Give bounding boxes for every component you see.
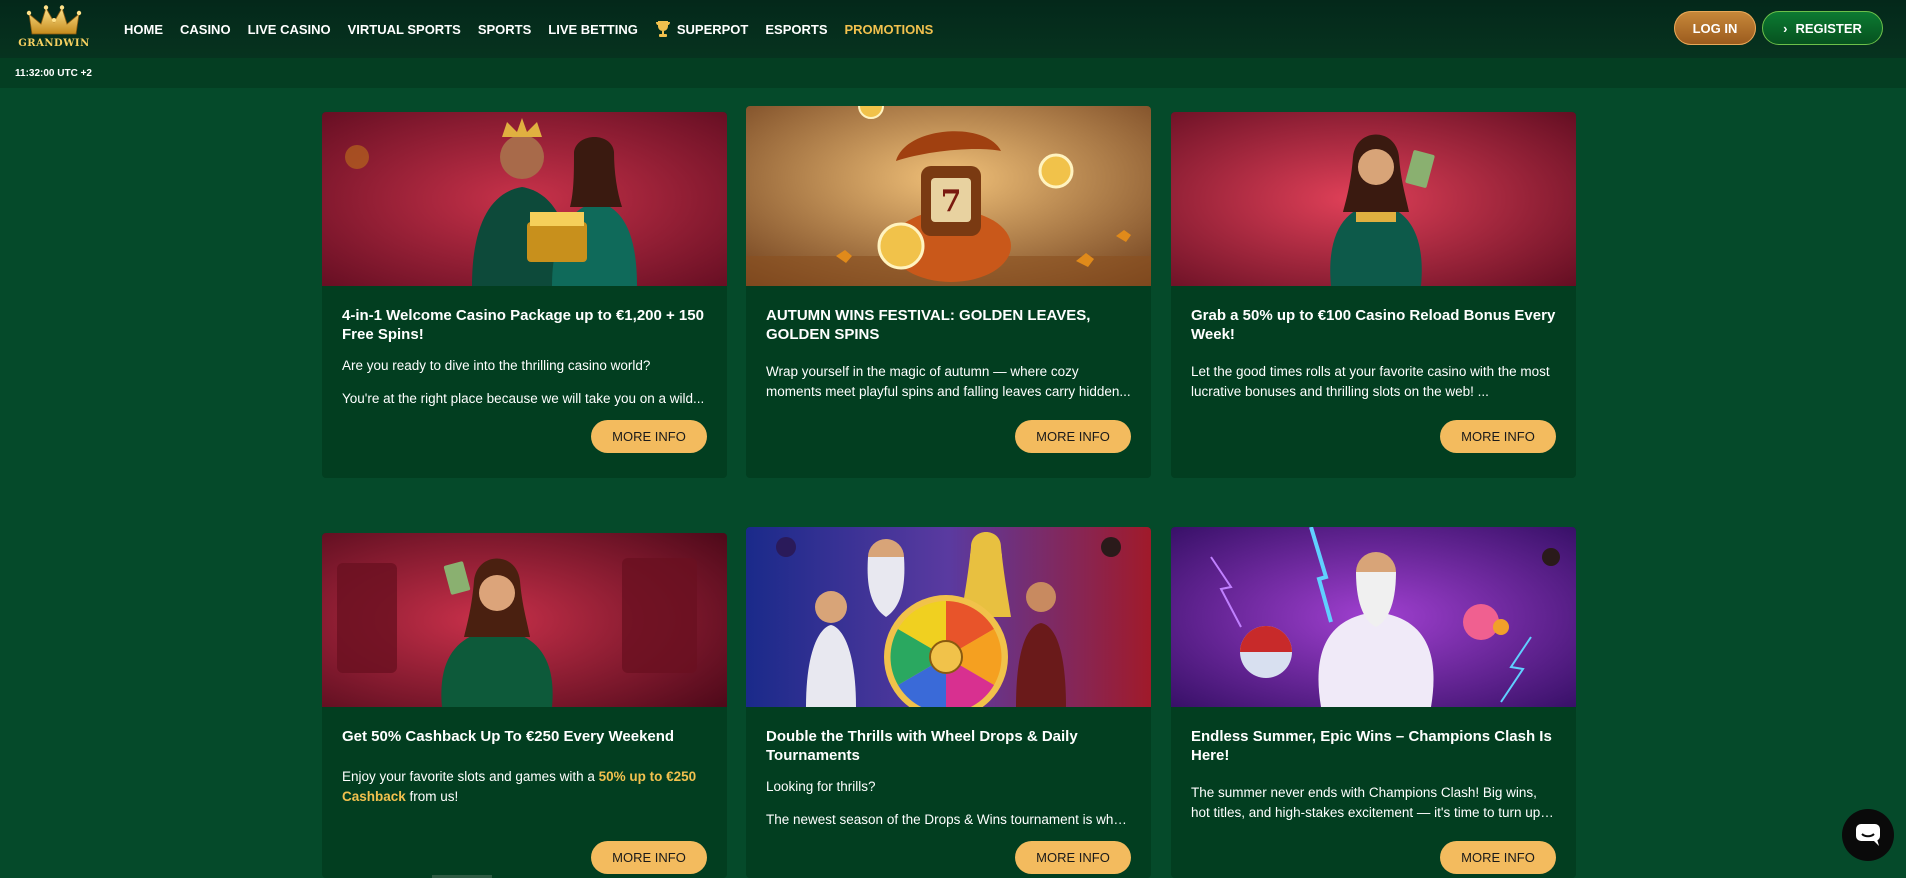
nav-promotions[interactable]: PROMOTIONS (844, 22, 933, 37)
promo-image-zeus[interactable] (1171, 527, 1576, 707)
crown-icon (26, 5, 82, 35)
promo-card-reload: Grab a 50% up to €100 Casino Reload Bonu… (1171, 112, 1576, 478)
grandwin-logo[interactable]: GRANDWIN (18, 4, 90, 52)
promo-image-royal-couple[interactable] (322, 112, 727, 286)
promo-card-wheel-drops: Double the Thrills with Wheel Drops & Da… (746, 527, 1151, 878)
svg-text:7: 7 (941, 184, 962, 219)
promo-title: Double the Thrills with Wheel Drops & Da… (766, 728, 1078, 764)
nav-superpot-label: SUPERPOT (676, 21, 749, 37)
promo-image-pumpkin-slot[interactable]: 7 (746, 106, 1151, 286)
promo-card-champions-clash: Endless Summer, Epic Wins – Champions Cl… (1171, 527, 1576, 878)
promo-image-lady-cash[interactable] (322, 533, 727, 707)
more-info-button[interactable]: MORE INFO (591, 420, 707, 453)
main-nav: HOME CASINO LIVE CASINO VIRTUAL SPORTS S… (124, 0, 950, 58)
promo-text-part: from us! (405, 789, 459, 804)
promo-image-queen-cash[interactable] (1171, 112, 1576, 286)
promo-title: Grab a 50% up to €100 Casino Reload Bonu… (1191, 307, 1556, 343)
register-label: REGISTER (1795, 20, 1862, 36)
promo-text: Let the good times rolls at your favorit… (1191, 364, 1550, 399)
promo-title: Get 50% Cashback Up To €250 Every Weeken… (342, 728, 675, 745)
promo-card-cashback: Get 50% Cashback Up To €250 Every Weeken… (322, 533, 727, 878)
promo-text: You're at the right place because we wil… (342, 391, 705, 406)
promo-card-autumn: 7 AUTUMN WINS FESTIVAL: GOLDEN LEAVES, G… (746, 106, 1151, 478)
register-button[interactable]: › REGISTER (1762, 11, 1883, 45)
chevron-right-icon: › (1783, 20, 1788, 36)
nav-home[interactable]: HOME (124, 22, 163, 37)
trophy-icon (655, 20, 671, 38)
top-header: GRANDWIN HOME CASINO LIVE CASINO VIRTUAL… (0, 0, 1906, 58)
sub-bar (0, 58, 1906, 88)
promo-text: The summer never ends with Champions Cla… (1191, 785, 1541, 820)
promo-text: Enjoy your favorite slots and games with… (342, 767, 707, 809)
chat-bubble-icon (1856, 824, 1880, 846)
more-info-button[interactable]: MORE INFO (1015, 841, 1131, 874)
promo-title: AUTUMN WINS FESTIVAL: GOLDEN LEAVES, GOL… (766, 307, 1091, 343)
login-button[interactable]: LOG IN (1674, 11, 1756, 45)
promo-title: 4-in-1 Welcome Casino Package up to €1,2… (342, 307, 704, 343)
promo-text: Wrap yourself in the magic of autumn — w… (766, 364, 1131, 399)
promo-text: The newest season of the Drops & Wins to… (766, 812, 1131, 827)
promo-image-gods-wheel[interactable] (746, 527, 1151, 707)
nav-esports[interactable]: ESPORTS (765, 22, 827, 37)
logo-text: GRANDWIN (18, 38, 90, 49)
nav-virtual-sports[interactable]: VIRTUAL SPORTS (348, 22, 461, 37)
promo-card-welcome: 4-in-1 Welcome Casino Package up to €1,2… (322, 112, 727, 478)
more-info-button[interactable]: MORE INFO (1440, 420, 1556, 453)
more-info-button[interactable]: MORE INFO (1015, 420, 1131, 453)
more-info-button[interactable]: MORE INFO (1440, 841, 1556, 874)
chat-button[interactable] (1842, 809, 1894, 861)
nav-superpot[interactable]: SUPERPOT (655, 20, 749, 38)
more-info-button[interactable]: MORE INFO (591, 841, 707, 874)
promo-text: Looking for thrills? (766, 779, 876, 794)
nav-sports[interactable]: SPORTS (478, 22, 531, 37)
nav-casino[interactable]: CASINO (180, 22, 231, 37)
promo-text: Are you ready to dive into the thrilling… (342, 358, 651, 373)
nav-live-betting[interactable]: LIVE BETTING (548, 22, 638, 37)
clock: 11:32:00 UTC +2 (15, 68, 92, 79)
promo-text-part: Enjoy your favorite slots and games with… (342, 769, 599, 784)
promo-title: Endless Summer, Epic Wins – Champions Cl… (1191, 728, 1552, 764)
nav-live-casino[interactable]: LIVE CASINO (248, 22, 331, 37)
